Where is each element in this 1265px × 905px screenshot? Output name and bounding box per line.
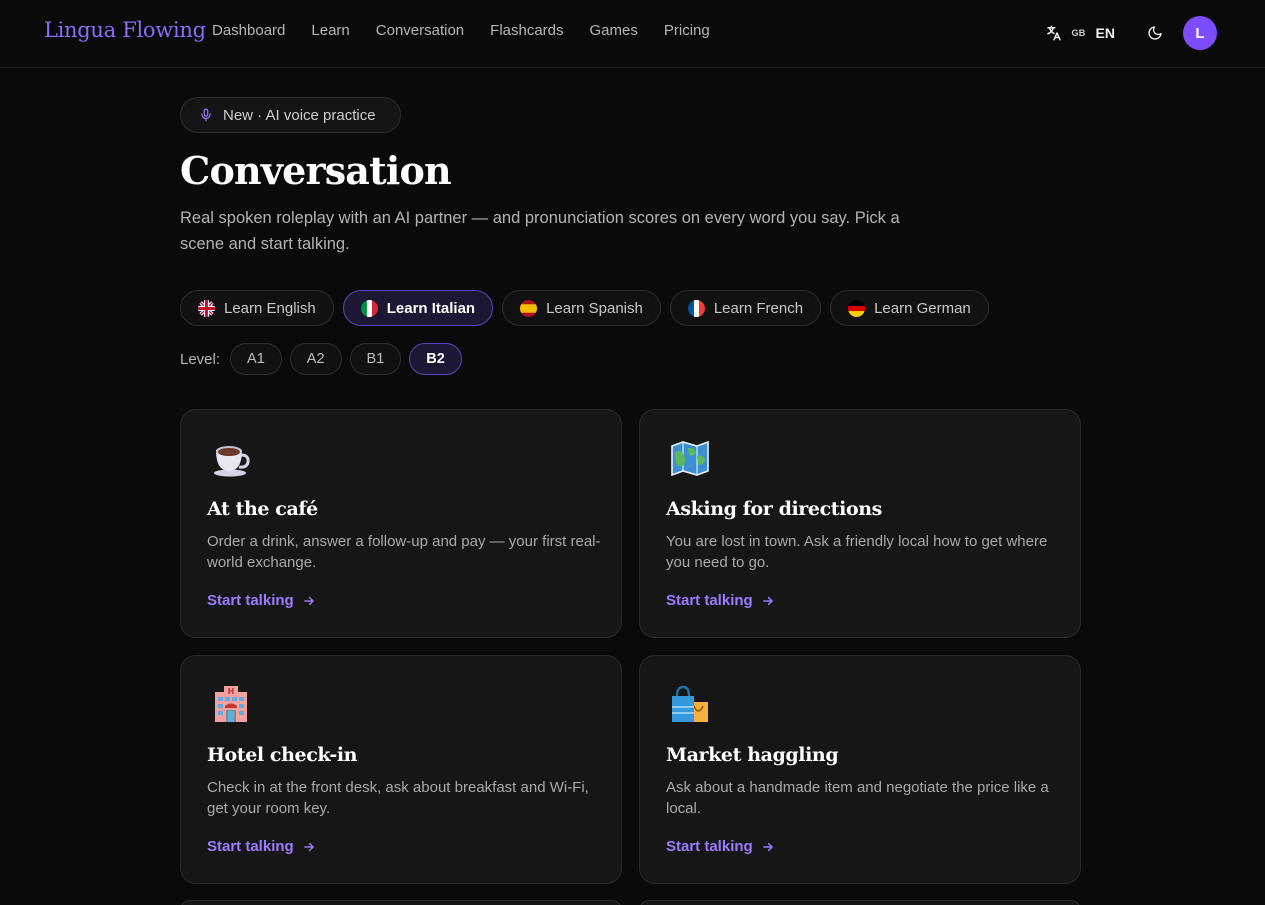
- level-label: Level:: [180, 350, 221, 368]
- logo[interactable]: Lingua Flowing: [44, 18, 206, 42]
- language-option-english[interactable]: Learn English: [180, 290, 334, 326]
- svg-text:H: H: [228, 687, 235, 696]
- nav-link-games[interactable]: Games: [590, 22, 638, 39]
- scene-card-cafe[interactable]: At the café Order a drink, answer a foll…: [180, 409, 622, 638]
- nav-link-conversation[interactable]: Conversation: [376, 22, 464, 39]
- arrow-right-icon: [303, 596, 314, 605]
- start-talking-button[interactable]: Start talking: [666, 838, 775, 855]
- language-option-spanish[interactable]: Learn Spanish: [502, 290, 661, 326]
- nav-link-pricing[interactable]: Pricing: [664, 22, 710, 39]
- language-option-german[interactable]: Learn German: [830, 290, 989, 326]
- scene-card-hotel[interactable]: H Hotel check-in Check in at the front d…: [180, 655, 622, 884]
- map-icon: [671, 440, 709, 477]
- language-selector: Learn English Learn Italian Learn Spanis…: [180, 290, 989, 326]
- language-option-label: Learn Italian: [386, 299, 476, 317]
- badge-label: New · AI voice practice: [223, 106, 376, 124]
- theme-toggle-button[interactable]: [1141, 19, 1169, 47]
- start-talking-label: Start talking: [207, 838, 294, 855]
- new-feature-badge: New · AI voice practice: [180, 97, 401, 133]
- italy-flag-icon: [360, 299, 378, 317]
- germany-flag-icon: [848, 299, 866, 317]
- level-option-a2[interactable]: A2: [289, 343, 342, 375]
- language-option-italian[interactable]: Learn Italian: [342, 290, 494, 326]
- scene-description: You are lost in town. Ask a friendly loc…: [666, 533, 1048, 571]
- start-talking-button[interactable]: Start talking: [666, 592, 775, 609]
- language-option-label: Learn German: [874, 299, 971, 317]
- scene-title: Hotel check-in: [207, 744, 358, 766]
- main-nav: Dashboard Learn Conversation Flashcards …: [212, 22, 736, 39]
- moon-icon: [1148, 26, 1162, 40]
- start-talking-button[interactable]: Start talking: [207, 838, 316, 855]
- scene-icon: [211, 438, 251, 478]
- start-talking-label: Start talking: [666, 592, 753, 609]
- scene-description: Ask about a handmade item and negotiate …: [666, 779, 1049, 817]
- level-option-b1[interactable]: B1: [349, 343, 402, 375]
- scene-description: Order a drink, answer a follow-up and pa…: [207, 533, 601, 571]
- page-title: Conversation: [180, 148, 452, 193]
- language-switcher[interactable]: GB EN: [1045, 24, 1115, 42]
- start-talking-label: Start talking: [207, 592, 294, 609]
- scene-icon: [670, 684, 710, 724]
- arrow-right-icon: [762, 842, 773, 851]
- language-region: GB: [1071, 28, 1086, 38]
- language-option-label: Learn French: [713, 299, 804, 317]
- scene-card-market[interactable]: Market haggling Ask about a handmade ite…: [639, 655, 1081, 884]
- level-option-a1[interactable]: A1: [230, 343, 282, 375]
- page-subtitle: Real spoken roleplay with an AI partner …: [180, 209, 900, 253]
- language-option-label: Learn English: [224, 299, 316, 317]
- nav-link-dashboard[interactable]: Dashboard: [212, 22, 285, 39]
- france-flag-icon: [687, 299, 705, 317]
- scene-card-partial[interactable]: [639, 900, 1081, 905]
- scene-card-partial[interactable]: [180, 900, 622, 905]
- top-navbar: Lingua Flowing Dashboard Learn Conversat…: [0, 0, 1265, 68]
- uk-flag-icon: [198, 299, 215, 317]
- start-talking-label: Start talking: [666, 838, 753, 855]
- nav-actions: GB EN L: [1045, 16, 1217, 50]
- scene-card-directions[interactable]: Asking for directions You are lost in to…: [639, 409, 1081, 638]
- shopping-bags-icon: [672, 685, 708, 722]
- language-option-label: Learn Spanish: [546, 299, 643, 317]
- scene-icon: H: [211, 684, 251, 724]
- scene-icon: [670, 438, 710, 478]
- nav-link-learn[interactable]: Learn: [311, 22, 349, 39]
- hotel-icon: H: [215, 686, 247, 722]
- scene-title: Asking for directions: [666, 498, 882, 520]
- translate-icon: [1047, 25, 1062, 41]
- nav-link-flashcards[interactable]: Flashcards: [490, 22, 563, 39]
- start-talking-button[interactable]: Start talking: [207, 592, 316, 609]
- avatar[interactable]: L: [1183, 16, 1217, 50]
- level-selector: Level: A1 A2 B1 B2: [180, 343, 462, 375]
- coffee-cup-icon: [214, 446, 250, 477]
- arrow-right-icon: [303, 842, 314, 851]
- scene-title: At the café: [207, 498, 318, 520]
- language-code: EN: [1095, 25, 1115, 41]
- arrow-right-icon: [762, 596, 773, 605]
- spain-flag-icon: [520, 299, 538, 317]
- scene-description: Check in at the front desk, ask about br…: [207, 779, 589, 817]
- level-option-b2[interactable]: B2: [409, 343, 462, 375]
- language-option-french[interactable]: Learn French: [669, 290, 822, 326]
- scene-title: Market haggling: [666, 744, 839, 766]
- microphone-icon: [201, 108, 211, 122]
